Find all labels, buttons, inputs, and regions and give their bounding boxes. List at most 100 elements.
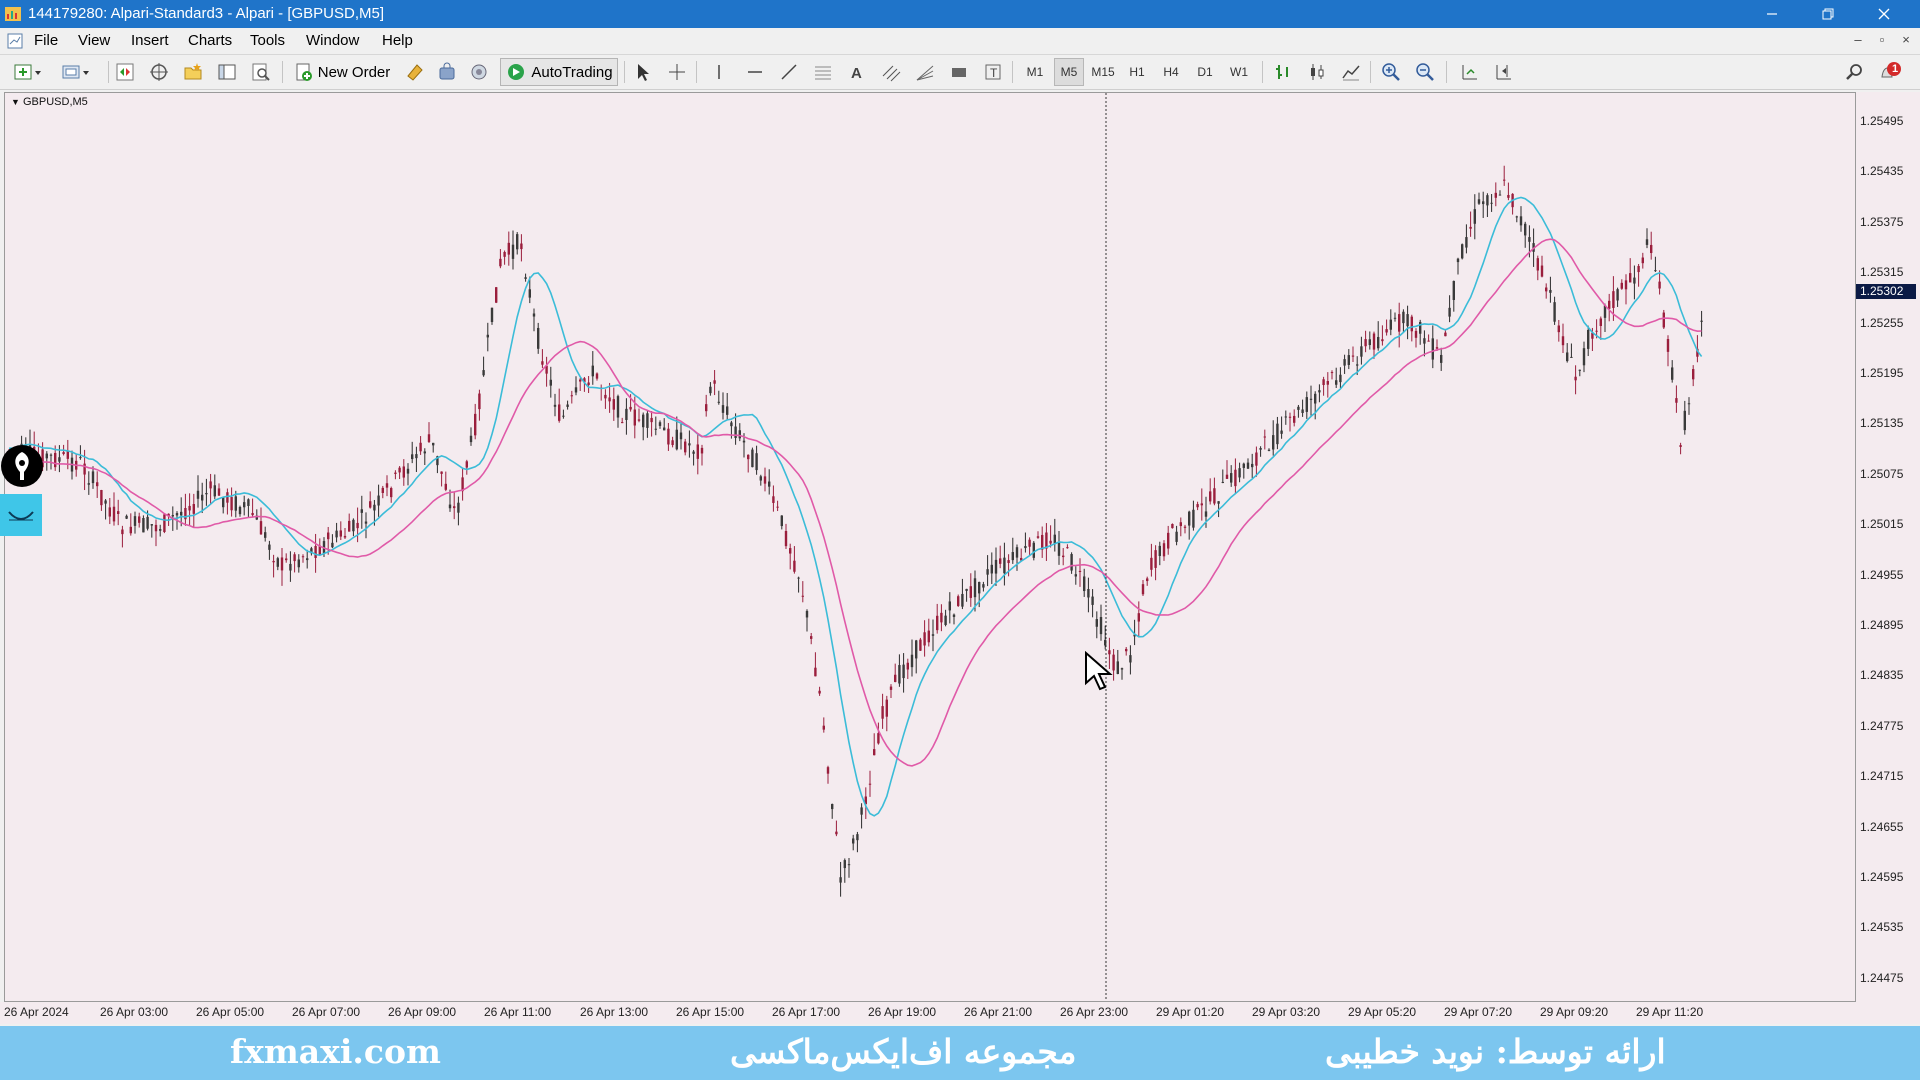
candle-body [511,244,515,259]
timeframe-d1-button[interactable]: D1 [1190,58,1220,86]
candle-body [1347,355,1350,365]
terminal-button[interactable] [214,58,240,86]
bar-chart-button[interactable] [1270,58,1296,86]
candle-body [814,667,817,677]
zoom-in-button[interactable] [1378,58,1404,86]
timeframe-w1-button[interactable]: W1 [1224,58,1254,86]
pen-tool-icon[interactable] [0,444,44,488]
zoom-out-button[interactable] [1412,58,1438,86]
search-button[interactable] [1842,58,1868,86]
menu-tools[interactable]: Tools [250,28,285,54]
candle-body [45,453,48,459]
horizontal-line-button[interactable] [742,58,768,86]
chart-minimize-button[interactable]: – [1846,28,1870,54]
fibonacci-button[interactable] [878,58,904,86]
market-watch-button[interactable] [112,58,138,86]
menu-view[interactable]: View [78,28,110,54]
market-button[interactable] [434,58,460,86]
time-tick-label: 26 Apr 13:00 [580,1005,649,1019]
drawing-panel-toggle[interactable] [0,494,42,536]
auto-scroll-icon [1462,65,1477,80]
collection-name: مجموعه اف‌ایکس‌ماکسی [730,1032,1077,1071]
close-button[interactable] [1856,0,1912,28]
timeframe-h1-button[interactable]: H1 [1122,58,1152,86]
menu-insert[interactable]: Insert [131,28,169,54]
candle-body [1368,339,1371,346]
menu-charts[interactable]: Charts [188,28,232,54]
mouse-cursor-icon [1085,651,1113,691]
candle-body [49,454,53,456]
candle-body [1335,380,1338,385]
candle-body [1074,574,1077,577]
new-chart-icon [14,64,41,80]
gann-tool-button[interactable] [912,58,938,86]
chart-restore-button[interactable]: ▫ [1870,28,1894,54]
candle-body [642,414,645,428]
profiles-button[interactable] [56,58,96,86]
candle-body [196,490,200,499]
candle-body [831,804,834,810]
minimize-button[interactable] [1744,0,1800,28]
price-axis[interactable]: 1.25495 1.25435 1.25375 1.25315 1.25255 1.251… [1856,92,1920,1002]
menu-window[interactable]: Window [306,28,359,54]
candle-body [537,327,540,349]
candle-body [133,516,137,526]
candle-body [881,706,884,719]
time-axis[interactable]: 26 Apr 2024 26 Apr 03:00 26 Apr 05:00 26 Ap… [0,1002,1920,1024]
candle-body [1028,539,1031,547]
chart-shift-button[interactable] [1490,58,1516,86]
chart-window[interactable]: ▼ GBPUSD,M5 [4,92,1856,1002]
candle-body [982,584,985,588]
metaeditor-button[interactable] [402,58,428,86]
vertical-line-button[interactable] [706,58,732,86]
strategy-tester-button[interactable] [248,58,274,86]
candle-body [1217,501,1220,504]
timeframe-m15-button[interactable]: M15 [1088,58,1118,86]
candle-body [62,452,65,455]
open-folder-button[interactable] [180,58,206,86]
timeframe-m1-button[interactable]: M1 [1020,58,1050,86]
signals-button[interactable] [466,58,492,86]
candle-body [1578,369,1581,371]
site-name: fxmaxi.com [230,1032,441,1071]
chart-close-button[interactable]: × [1894,28,1918,54]
timeframe-h4-button[interactable]: H4 [1156,58,1186,86]
cursor-tool-button[interactable] [630,58,656,86]
new-order-button[interactable]: New Order [290,58,394,86]
menu-help[interactable]: Help [382,28,413,54]
candle-body [805,610,809,618]
autotrading-button[interactable]: AutoTrading [500,58,618,86]
candle-body [877,733,880,744]
price-chart[interactable] [5,93,1855,1001]
equidistant-channel-button[interactable] [810,58,836,86]
candle-body [163,514,166,533]
navigator-button[interactable] [146,58,172,86]
text-tool-button[interactable]: A [844,58,870,86]
collapse-triangle-icon[interactable]: ▼ [11,97,20,107]
notification-count: 1 [1892,63,1899,75]
candle-body [1398,314,1401,332]
auto-scroll-button[interactable] [1456,58,1482,86]
candle-body [1062,555,1065,558]
new-order-icon [296,63,312,81]
restore-button[interactable] [1800,0,1856,28]
candle-body [1372,333,1376,350]
line-chart-button[interactable] [1338,58,1364,86]
terminal-window-icon [218,64,236,80]
menu-file[interactable]: File [34,28,58,54]
trendline-button[interactable] [776,58,802,86]
candle-body [129,526,132,534]
candle-body [923,632,926,646]
timeframe-m5-button[interactable]: M5 [1054,58,1084,86]
shape-tool-button[interactable] [946,58,972,86]
new-chart-button[interactable] [8,58,48,86]
candle-body [66,450,69,459]
candle-body [705,404,708,412]
candle-body [79,457,82,459]
text-label-button[interactable]: T [980,58,1006,86]
candlestick-chart-button[interactable] [1304,58,1330,86]
crosshair-tool-button[interactable] [664,58,690,86]
price-tick-label: 1.24475 [1860,970,1904,985]
price-tick-label: 1.25495 [1860,114,1904,128]
notifications-button[interactable]: 1 [1876,58,1904,86]
